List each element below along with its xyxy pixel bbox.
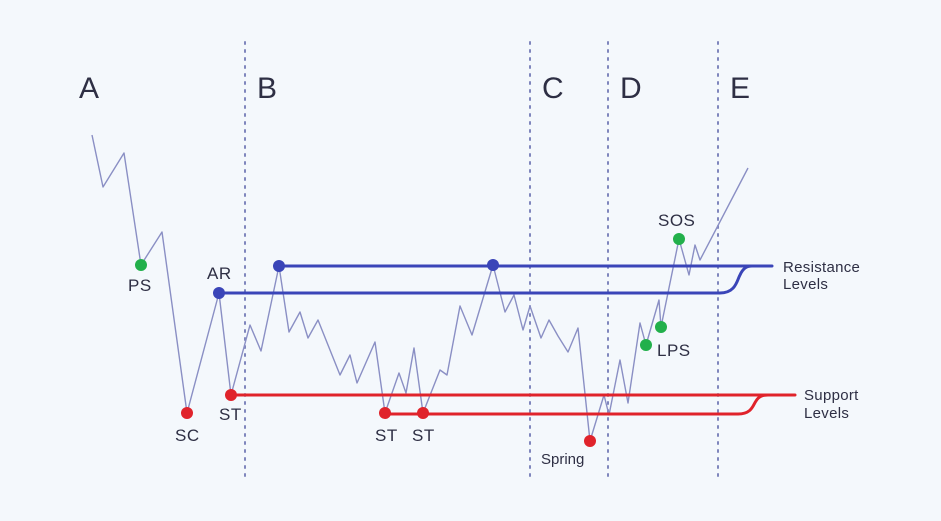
lps-point-2 — [655, 321, 667, 333]
support-legend-line-1: Support — [804, 387, 859, 404]
sos-label: SOS — [658, 211, 695, 230]
event-labels: PS SC AR ST ST ST Spring LPS SOS — [128, 211, 695, 468]
spring-label: Spring — [541, 451, 584, 468]
resistance-legend-line-1: Resistance — [783, 259, 860, 276]
st-label-3: ST — [412, 426, 435, 445]
resistance-legend-line-2: Levels — [783, 276, 828, 293]
phase-label-d: D — [620, 72, 642, 105]
lps-label: LPS — [657, 341, 691, 360]
support-legend-line-2: Levels — [804, 405, 849, 422]
wyckoff-accumulation-diagram: A B C D E PS SC AR ST ST ST Spring LPS S… — [79, 41, 860, 481]
sc-point — [181, 407, 193, 419]
level-legends: Resistance Levels Support Levels — [783, 259, 860, 422]
ps-label: PS — [128, 276, 152, 295]
sc-label: SC — [175, 426, 200, 445]
st-label-2: ST — [375, 426, 398, 445]
sos-point — [673, 233, 685, 245]
st-point-1 — [225, 389, 237, 401]
st-label-1: ST — [219, 405, 242, 424]
phase-label-a: A — [79, 72, 99, 105]
phase-label-b: B — [257, 72, 277, 105]
phase-labels: A B C D E — [79, 72, 750, 105]
spring-point — [584, 435, 596, 447]
support-levels — [229, 393, 797, 416]
ar-label: AR — [207, 264, 232, 283]
support-line-lower — [383, 393, 770, 416]
resistance-touch-point-1 — [273, 260, 285, 272]
st-point-2 — [379, 407, 391, 419]
st-point-3 — [417, 407, 429, 419]
phase-label-c: C — [542, 72, 564, 105]
phase-label-e: E — [730, 72, 750, 105]
lps-point-1 — [640, 339, 652, 351]
ps-point — [135, 259, 147, 271]
resistance-touch-point-2 — [487, 259, 499, 271]
ar-point — [213, 287, 225, 299]
